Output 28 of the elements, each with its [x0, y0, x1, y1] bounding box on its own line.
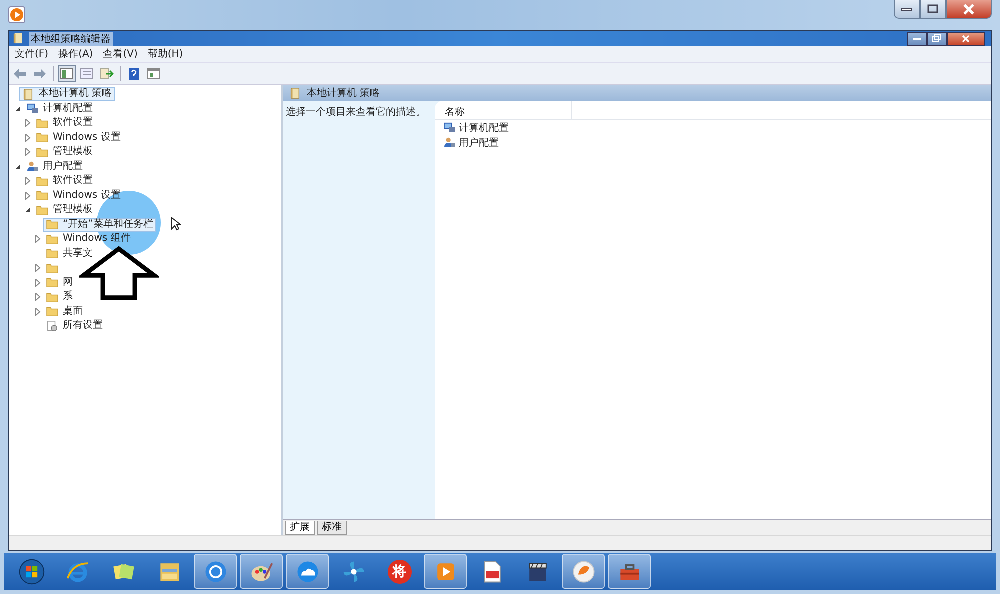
- tree-item[interactable]: 用户配置: [23, 160, 86, 174]
- tree-item[interactable]: 软件设置: [33, 174, 96, 188]
- menu-item[interactable]: 操作(A): [58, 47, 94, 61]
- pane-title: 本地计算机 策略: [307, 86, 380, 100]
- description-text: 选择一个项目来查看它的描述。: [286, 107, 426, 118]
- list-item[interactable]: 用户配置: [435, 135, 499, 150]
- view-tab[interactable]: 扩展: [285, 521, 315, 535]
- tree-item[interactable]: 管理模板: [33, 145, 96, 160]
- tree-item[interactable]: 桌面: [43, 304, 86, 319]
- column-header[interactable]: 名称: [435, 101, 572, 119]
- tree-item[interactable]: 软件设置: [33, 116, 96, 130]
- list-item[interactable]: 计算机配置: [435, 120, 509, 135]
- tree-item[interactable]: 本地计算机 策略: [19, 87, 116, 102]
- menu-item[interactable]: 帮助(H): [148, 47, 184, 61]
- tree-item[interactable]: “开始”菜单和任务栏: [43, 218, 156, 232]
- chess-badge-icon[interactable]: 将: [388, 560, 412, 584]
- tree-item[interactable]: 所有设置: [43, 319, 106, 334]
- tree-item[interactable]: 计算机配置: [23, 102, 96, 116]
- tree-item[interactable]: 管理模板: [33, 203, 96, 218]
- tree-item[interactable]: 系: [43, 290, 76, 304]
- tree-item[interactable]: 网: [43, 276, 76, 290]
- view-tab[interactable]: 标准: [317, 521, 347, 535]
- window-title: 本地组策略编辑器: [29, 32, 113, 46]
- taskbar-button[interactable]: 将: [378, 554, 421, 589]
- menu-item[interactable]: 查看(V): [103, 47, 138, 61]
- tree-item[interactable]: Windows 设置: [33, 130, 124, 145]
- tree-item[interactable]: 共享文: [43, 246, 96, 261]
- menu-item[interactable]: 文件(F): [15, 47, 49, 61]
